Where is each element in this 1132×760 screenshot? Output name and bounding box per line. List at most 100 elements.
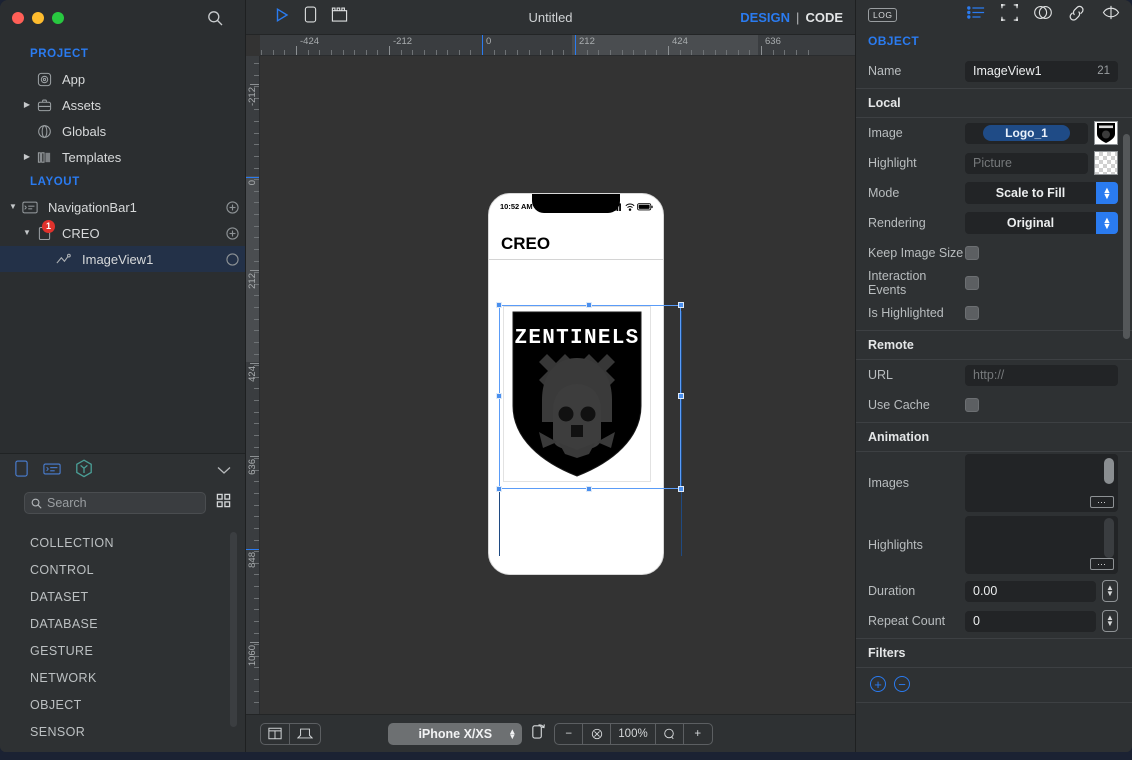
tree-item-app[interactable]: App — [0, 66, 245, 92]
tree-item-creo[interactable]: ▼ 1 CREO — [0, 220, 245, 246]
layout-bounds-icon[interactable] — [1001, 4, 1018, 26]
tree-item-templates[interactable]: ▶ Templates — [0, 144, 245, 170]
wifi-icon — [624, 203, 635, 211]
horizontal-ruler[interactable]: -424 -212 0 212 424 636 — [260, 35, 855, 56]
add-filter-button[interactable]: + — [870, 676, 886, 692]
disclosure-triangle[interactable]: ▶ — [20, 101, 34, 109]
tree-item-imageview1[interactable]: ImageView1 — [0, 246, 245, 272]
device-select[interactable]: iPhone X/XS ▲ ▼ — [388, 722, 523, 745]
tree-item-navigationbar1[interactable]: ▼ NavigationBar1 — [0, 194, 245, 220]
images-more-button[interactable]: ⋯ — [1090, 496, 1114, 508]
grid-view-icon[interactable] — [216, 493, 231, 513]
tab-code[interactable]: CODE — [805, 10, 843, 25]
vertical-ruler[interactable]: -212 0 212 424 636 848 1060 — [246, 56, 260, 714]
images-listbox-scrollbar[interactable] — [1104, 458, 1114, 484]
actual-size-icon[interactable] — [656, 723, 684, 744]
inspector-scrollbar[interactable] — [1123, 134, 1130, 339]
search-icon[interactable] — [207, 10, 223, 26]
interaction-events-checkbox[interactable] — [965, 276, 979, 290]
list-item[interactable]: SENSOR — [30, 719, 245, 746]
library-scrollbar[interactable] — [230, 532, 237, 727]
preview-imageview[interactable]: ZENTINELS — [503, 306, 651, 482]
library-tab-objects[interactable] — [75, 459, 93, 483]
ruler-tick — [254, 295, 259, 297]
chevron-updown-icon[interactable]: ▲ ▼ — [1096, 182, 1118, 204]
repeat-count-input[interactable]: 0 — [965, 610, 1096, 632]
list-item[interactable]: CONTROL — [30, 557, 245, 584]
play-icon[interactable] — [274, 7, 290, 28]
tree-item-assets[interactable]: ▶ Assets — [0, 92, 245, 118]
ruler-tick — [254, 620, 259, 622]
actions-icon[interactable] — [1102, 4, 1120, 26]
remove-filter-button[interactable]: − — [894, 676, 910, 692]
images-listbox[interactable]: ⋯ — [965, 454, 1118, 512]
url-input[interactable]: http:// — [965, 364, 1118, 386]
log-button[interactable]: LOG — [868, 8, 898, 22]
appearance-icon[interactable] — [1034, 4, 1052, 26]
is-highlighted-checkbox[interactable] — [965, 306, 979, 320]
device-preview[interactable]: 10:52 AM CREO ZENTINELS — [488, 193, 664, 575]
fit-icon[interactable] — [583, 723, 612, 744]
highlights-listbox[interactable]: ⋯ — [965, 516, 1118, 574]
zoom-level-label[interactable]: 100% — [611, 723, 656, 744]
library-tab-device[interactable] — [14, 460, 29, 482]
minimize-button[interactable] — [32, 12, 44, 24]
highlights-more-button[interactable]: ⋯ — [1090, 558, 1114, 570]
list-item[interactable]: NETWORK — [30, 665, 245, 692]
ruler-tick — [254, 74, 259, 76]
chevron-down-icon[interactable] — [217, 462, 231, 480]
design-canvas[interactable]: 10:52 AM CREO ZENTINELS — [260, 56, 855, 714]
property-label: Images — [868, 476, 909, 490]
resize-handle-tr[interactable] — [678, 302, 684, 308]
globals-icon — [34, 122, 54, 140]
ruler-tick — [307, 50, 309, 55]
disclosure-triangle[interactable]: ▶ — [20, 153, 34, 161]
property-row-keep-image-size: Keep Image Size — [856, 238, 1132, 268]
repeat-count-stepper[interactable]: ▲ ▼ — [1102, 610, 1118, 632]
list-item[interactable]: COLLECTION — [30, 530, 245, 557]
maximize-button[interactable] — [52, 12, 64, 24]
connections-icon[interactable] — [1068, 5, 1086, 26]
add-icon[interactable] — [219, 226, 245, 240]
highlights-listbox-scrollbar[interactable] — [1104, 518, 1114, 558]
preview-navigation-bar: CREO — [489, 216, 663, 260]
tab-design[interactable]: DESIGN — [740, 10, 790, 25]
highlight-thumbnail[interactable] — [1094, 151, 1118, 175]
layout-section-header: LAYOUT — [30, 176, 80, 188]
phone-icon[interactable] — [304, 6, 317, 28]
list-item[interactable]: DATASET — [30, 584, 245, 611]
highlight-field[interactable]: Picture — [965, 152, 1088, 174]
library-tab-navbar[interactable] — [43, 462, 61, 481]
image-field[interactable]: Logo_1 — [965, 122, 1088, 144]
ruler-label: 212 — [579, 36, 595, 47]
add-icon[interactable] — [219, 200, 245, 214]
name-input[interactable]: ImageView1 21 — [965, 60, 1118, 82]
duration-input[interactable]: 0.00 — [965, 580, 1096, 602]
chevron-updown-icon[interactable]: ▲ ▼ — [1096, 212, 1118, 234]
properties-list-icon[interactable] — [967, 5, 985, 25]
close-button[interactable] — [12, 12, 24, 24]
rotate-device-icon[interactable] — [530, 722, 546, 745]
disclosure-triangle[interactable]: ▼ — [6, 203, 20, 211]
duration-stepper[interactable]: ▲ ▼ — [1102, 580, 1118, 602]
tree-item-globals[interactable]: Globals — [0, 118, 245, 144]
rendering-select[interactable]: Original ▲ ▼ — [965, 212, 1118, 234]
list-item[interactable]: OBJECT — [30, 692, 245, 719]
property-label: Mode — [868, 186, 900, 200]
camera-icon[interactable] — [331, 6, 348, 28]
chevron-updown-icon[interactable]: ▲ ▼ — [508, 727, 516, 740]
list-item[interactable]: GESTURE — [30, 638, 245, 665]
search-input[interactable]: Search — [24, 492, 206, 514]
image-thumbnail[interactable] — [1094, 121, 1118, 145]
alignment-guide-right — [681, 311, 682, 556]
disclosure-triangle[interactable]: ▼ — [20, 229, 34, 237]
zoom-out-button[interactable]: − — [555, 723, 584, 744]
keep-image-size-checkbox[interactable] — [965, 246, 979, 260]
zoom-in-button[interactable]: + — [684, 724, 712, 744]
list-item[interactable]: DATABASE — [30, 611, 245, 638]
image-token[interactable]: Logo_1 — [983, 125, 1070, 141]
library-category-list[interactable]: COLLECTION CONTROL DATASET DATABASE GEST… — [0, 518, 245, 752]
mode-select[interactable]: Scale to Fill ▲ ▼ — [965, 182, 1118, 204]
use-cache-checkbox[interactable] — [965, 398, 979, 412]
circle-icon[interactable] — [219, 252, 245, 266]
